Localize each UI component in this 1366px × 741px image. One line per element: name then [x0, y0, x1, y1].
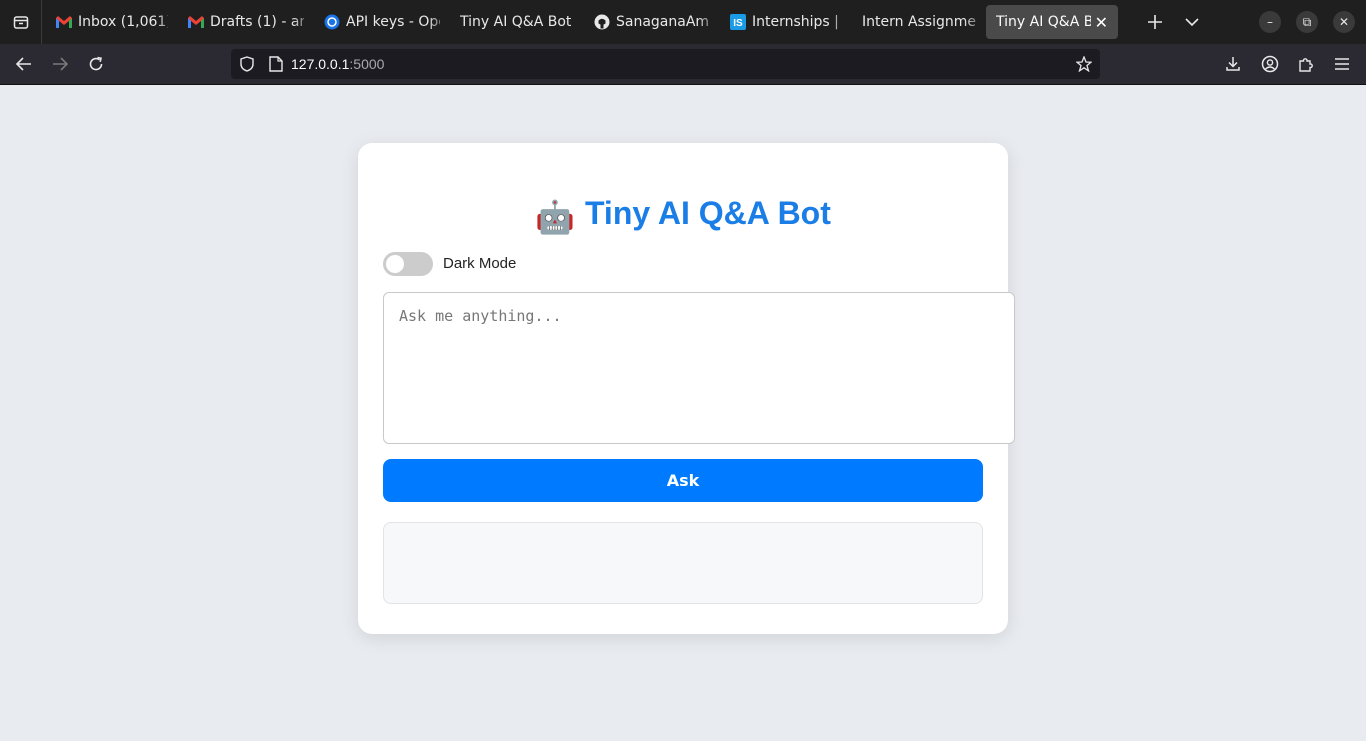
browser-tab-strip: Inbox (1,061) - Drafts (1) - am API keys…: [0, 0, 1366, 44]
svg-text:IS: IS: [733, 18, 743, 29]
chevron-down-icon[interactable]: [1173, 6, 1211, 38]
restore-icon[interactable]: ⧉: [1296, 11, 1318, 33]
downloads-icon[interactable]: [1214, 48, 1252, 80]
github-icon: [594, 14, 610, 30]
tab-github[interactable]: SanaganaAmr: [584, 5, 720, 39]
openai-icon: [324, 14, 340, 30]
page-title-text: Tiny AI Q&A Bot: [584, 195, 831, 231]
toggle-knob: [386, 255, 404, 273]
tab-intern-assignment[interactable]: Intern Assignmen: [852, 5, 986, 39]
browser-nav-bar: 127.0.0.1:5000: [0, 44, 1366, 85]
tab-tiny-ai-qa-bot-active[interactable]: Tiny AI Q&A Bo ✕: [986, 5, 1118, 39]
tab-overview-icon[interactable]: [0, 0, 42, 44]
gmail-icon: [188, 14, 204, 30]
new-tab-icon[interactable]: [1136, 6, 1174, 38]
extensions-icon[interactable]: [1287, 48, 1325, 80]
shield-icon[interactable]: [239, 56, 255, 72]
tab-tiny-ai-qa-bot[interactable]: Tiny AI Q&A Bot: [450, 5, 584, 39]
gmail-icon: [56, 14, 72, 30]
answer-box: [383, 522, 983, 604]
account-icon[interactable]: [1251, 48, 1289, 80]
page-info-icon[interactable]: [269, 56, 283, 72]
close-window-icon[interactable]: ✕: [1333, 11, 1355, 33]
back-icon[interactable]: [5, 48, 43, 80]
robot-icon: 🤖: [535, 199, 575, 235]
bookmark-star-icon[interactable]: [1076, 56, 1092, 72]
tab-openai-api-keys[interactable]: API keys - Ope: [314, 5, 450, 39]
url-text: 127.0.0.1:5000: [291, 56, 385, 72]
dark-mode-toggle[interactable]: [383, 252, 433, 276]
tab-gmail-inbox[interactable]: Inbox (1,061) -: [46, 5, 178, 39]
page-title: 🤖 Tiny AI Q&A Bot: [0, 193, 1366, 237]
forward-icon[interactable]: [41, 48, 79, 80]
reload-icon[interactable]: [77, 48, 115, 80]
question-input[interactable]: [383, 292, 1015, 444]
dark-mode-label: Dark Mode: [443, 255, 517, 272]
minimize-icon[interactable]: –: [1259, 11, 1281, 33]
ask-button[interactable]: Ask: [383, 459, 983, 502]
tab-internshala[interactable]: IS Internships | J: [720, 5, 852, 39]
address-bar[interactable]: 127.0.0.1:5000: [231, 49, 1100, 79]
tab-gmail-drafts[interactable]: Drafts (1) - am: [178, 5, 314, 39]
menu-icon[interactable]: [1323, 48, 1361, 80]
close-tab-icon[interactable]: ✕: [1095, 13, 1108, 32]
internshala-icon: IS: [730, 14, 746, 30]
